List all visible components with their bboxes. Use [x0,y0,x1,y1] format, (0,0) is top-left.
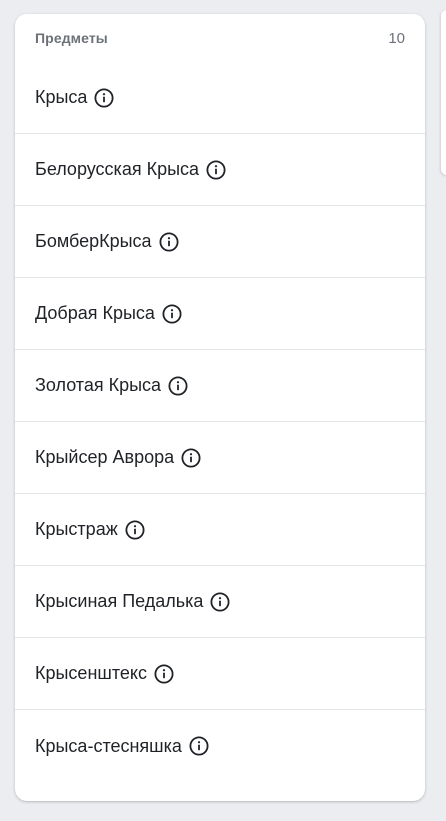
list-item[interactable]: Крыса-стесняшка [15,710,425,782]
info-icon[interactable] [159,231,179,252]
list-item[interactable]: БомберКрыса [15,206,425,278]
list-item[interactable]: Золотая Крыса [15,350,425,422]
item-label: Добрая Крыса [35,303,155,323]
item-label: Крыса [35,87,88,107]
items-count: 10 [388,29,405,47]
info-icon[interactable] [94,87,114,108]
list-item[interactable]: Крыйсер Аврора [15,422,425,494]
item-label: Крыса-стесняшка [35,735,182,756]
panel-header: Предметы 10 [15,14,425,62]
adjacent-panel-edge [441,10,446,175]
item-label: Крысенштекс [35,663,147,683]
info-icon[interactable] [154,663,174,684]
info-icon[interactable] [162,303,182,324]
list-item[interactable]: Крыстраж [15,494,425,566]
info-icon[interactable] [189,736,209,756]
info-icon[interactable] [168,375,188,396]
list-item[interactable]: Белорусская Крыса [15,134,425,206]
info-icon[interactable] [210,591,230,612]
item-label: Белорусская Крыса [35,159,200,179]
panel-title: Предметы [35,30,108,46]
item-label: Золотая Крыса [35,375,162,395]
item-label: Крыстраж [35,519,118,539]
list-item[interactable]: Крысенштекс [15,638,425,710]
info-icon[interactable] [181,447,201,468]
info-icon[interactable] [206,159,226,180]
list-item[interactable]: Добрая Крыса [15,278,425,350]
items-panel: Предметы 10 Крыса Белорусская Крыса Бомб… [15,14,425,801]
list-item[interactable]: Крыса [15,62,425,134]
item-label: Крысиная Педалька [35,591,204,611]
item-label: БомберКрыса [35,231,152,251]
item-label: Крыйсер Аврора [35,447,175,467]
list-item[interactable]: Крысиная Педалька [15,566,425,638]
info-icon[interactable] [125,519,145,540]
